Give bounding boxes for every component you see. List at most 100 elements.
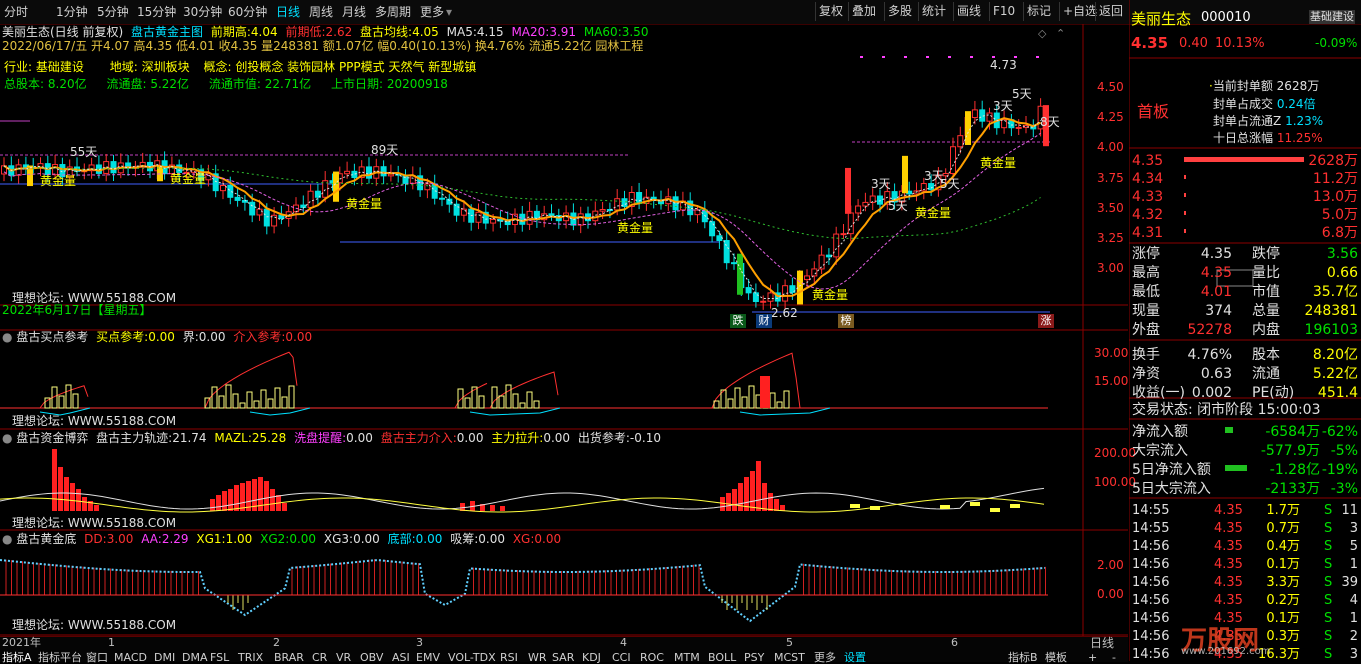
bid-row[interactable]: 4.32 5.0万 [1132, 206, 1360, 224]
indicator-tab-psy[interactable]: PSY [744, 652, 764, 664]
diamond-icon[interactable]: ◇ [1038, 27, 1046, 40]
tick-count: 11 [1341, 503, 1358, 518]
f10-button[interactable]: F10 [989, 2, 1018, 21]
indicator-tab-指标平台[interactable]: 指标平台 [38, 652, 82, 664]
template-tab[interactable]: 模板 [1045, 652, 1067, 664]
panel3-name[interactable]: 盘古黄金底 [16, 532, 76, 546]
indicator-tab-boll[interactable]: BOLL [708, 652, 736, 664]
zoom-in-button[interactable]: + [1088, 652, 1097, 664]
indicator-tab-wr[interactable]: WR [528, 652, 547, 664]
indicator-tab-指标a[interactable]: 指标A [2, 652, 32, 664]
gold-volume-label: 黄金量 [170, 172, 207, 186]
period-tab-5min[interactable]: 5分钟 [97, 3, 129, 21]
flow-value: -1.28亿 [1269, 462, 1320, 478]
highlight-candle [965, 111, 971, 145]
indicator-tab-mcst[interactable]: MCST [774, 652, 805, 664]
buy-bar [478, 395, 485, 409]
indicator-tab-roc[interactable]: ROC [640, 652, 664, 664]
dot-mark [860, 56, 863, 58]
zoom-out-button[interactable]: - [1112, 652, 1116, 664]
panel1-name[interactable]: 盘古买点参考 [16, 330, 88, 344]
highlight-candle [737, 253, 743, 295]
indicator-tab-obv[interactable]: OBV [360, 652, 383, 664]
indicator-tab-fsl[interactable]: FSL [210, 652, 229, 664]
forum-watermark: 理想论坛: WWW.55188.COM [12, 516, 177, 530]
period-tab-1min[interactable]: 1分钟 [56, 3, 88, 21]
indicator-tab-dmi[interactable]: DMI [154, 652, 175, 664]
period-tab-15min[interactable]: 15分钟 [137, 3, 176, 21]
candle-body [840, 233, 847, 236]
buy-bar [505, 384, 512, 409]
period-tab-weekly[interactable]: 周线 [309, 3, 333, 21]
indicator-tab-mtm[interactable]: MTM [674, 652, 700, 664]
tick-volume: 3.3万 [1266, 575, 1300, 590]
tick-time: 14:55 [1132, 521, 1170, 536]
bid-row[interactable]: 4.35 2628万 [1132, 152, 1360, 170]
indicator-tab-vol-tdx[interactable]: VOL-TDX [448, 652, 496, 664]
y-tick: 4.25 [1097, 110, 1124, 124]
period-tab-monthly[interactable]: 月线 [342, 3, 366, 21]
period-tab-more[interactable]: 更多 [420, 3, 444, 21]
fund-bar [76, 489, 81, 511]
add-watchlist-button[interactable]: +自选 [1059, 2, 1100, 21]
indicator-tab-brar[interactable]: BRAR [274, 652, 304, 664]
indicator-b-tab[interactable]: 指标B [1008, 652, 1038, 664]
bid-volume: 11.2万 [1312, 171, 1358, 187]
chart-area[interactable]: 美丽生态(日线 前复权) 盘古黄金主图 前期高:4.04 前期低:2.62 盘古… [0, 24, 1136, 636]
indicator-tab-trix[interactable]: TRIX [238, 652, 263, 664]
tick-count: 3 [1349, 647, 1358, 662]
badge-rise[interactable]: 涨 [1038, 314, 1054, 328]
restore-rights-button[interactable]: 复权 [815, 2, 846, 21]
period-tab-30min[interactable]: 30分钟 [183, 3, 222, 21]
stat-value: 4.35 [1200, 265, 1232, 281]
indicator-tab-emv[interactable]: EMV [416, 652, 440, 664]
period-label[interactable]: 日线 [1090, 637, 1114, 649]
collapse-up-icon[interactable]: ⌃ [1056, 27, 1065, 40]
bid-row[interactable]: 4.31 6.8万 [1132, 224, 1360, 242]
statistics-button[interactable]: 统计 [918, 2, 949, 21]
tick-time: 14:56 [1132, 629, 1170, 644]
period-tab-60min[interactable]: 60分钟 [228, 3, 267, 21]
indicator-tab-设置[interactable]: 设置 [844, 652, 866, 664]
period-tab-daily[interactable]: 日线 [276, 3, 300, 21]
indicator-tab-macd[interactable]: MACD [114, 652, 147, 664]
more-chevron-icon[interactable]: ▾ [446, 3, 452, 21]
badge-list[interactable]: 榜 [838, 314, 854, 328]
annotation-5d-b: 5天 [888, 199, 908, 213]
mark-button[interactable]: 标记 [1023, 2, 1054, 21]
back-button[interactable]: 返回 [1095, 2, 1126, 21]
tick-volume: 0.2万 [1266, 593, 1300, 608]
indicator-tab-kdj[interactable]: KDJ [582, 652, 601, 664]
overlay-button[interactable]: 叠加 [848, 2, 879, 21]
fund-bar [264, 481, 269, 511]
candle-body [592, 210, 599, 222]
bid-row[interactable]: 4.33 13.0万 [1132, 188, 1360, 206]
candle-body [387, 173, 394, 177]
dot-mark [970, 56, 973, 58]
indicator-tab-asi[interactable]: ASI [392, 652, 410, 664]
multi-stock-button[interactable]: 多股 [884, 2, 915, 21]
sector-button[interactable]: 基础建设 [1309, 10, 1355, 24]
stat-label: 涨停 [1132, 246, 1160, 262]
indicator-tab-更多[interactable]: 更多 [814, 652, 836, 664]
indicator-tab-sar[interactable]: SAR [552, 652, 574, 664]
period-tab-timeshare[interactable]: 分时 [4, 3, 28, 21]
indicator-tab-窗口[interactable]: 窗口 [86, 652, 108, 664]
indicator-tab-cr[interactable]: CR [312, 652, 327, 664]
indicator-tab-rsi[interactable]: RSI [500, 652, 518, 664]
draw-line-button[interactable]: 画线 [953, 2, 984, 21]
y-tick: 0.00 [1097, 587, 1124, 601]
prev-low-value: 2.62 [325, 25, 353, 39]
period-tab-multi[interactable]: 多周期 [375, 3, 411, 21]
indicator-tab-vr[interactable]: VR [336, 652, 351, 664]
badge-fall[interactable]: 跌 [730, 314, 746, 328]
indicator-tab-cci[interactable]: CCI [612, 652, 631, 664]
indicator-name[interactable]: 盘古黄金主图 [131, 25, 203, 39]
bid-row[interactable]: 4.34 11.2万 [1132, 170, 1360, 188]
annotation-55d: 55天 [70, 145, 98, 159]
badge-finance[interactable]: 财 [756, 314, 772, 328]
panel2-name[interactable]: 盘古资金博弈 [16, 431, 88, 445]
panel2-header: ● 盘古资金博弈 盘古主力轨迹:21.74 MAZL:25.28 洗盘提醒:0.… [2, 431, 661, 445]
candle-body [256, 208, 263, 216]
indicator-tab-dma[interactable]: DMA [182, 652, 208, 664]
